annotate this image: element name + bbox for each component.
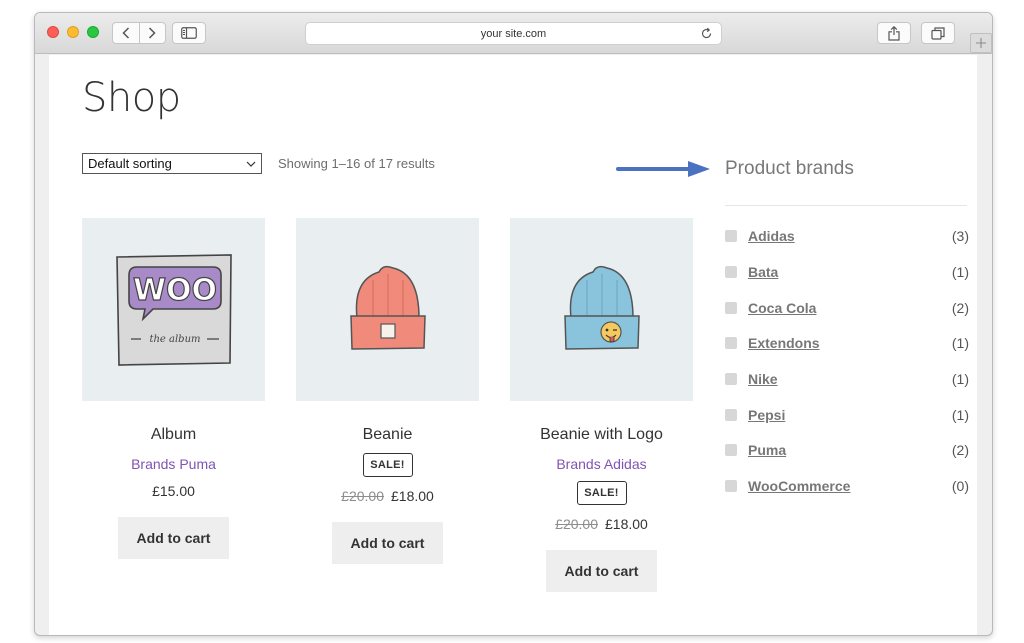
brand-filter-item[interactable]: Coca Cola (2): [725, 299, 969, 319]
add-to-cart-button[interactable]: Add to cart: [118, 517, 229, 559]
brand-checkbox[interactable]: [725, 480, 737, 492]
brand-count: (1): [951, 264, 969, 280]
new-tab-button[interactable]: [970, 33, 992, 53]
brand-checkbox[interactable]: [725, 373, 737, 385]
product-brand-link[interactable]: Brands Adidas: [510, 456, 693, 472]
brand-checkbox[interactable]: [725, 409, 737, 421]
brand-filter-item[interactable]: Extendons (1): [725, 334, 969, 354]
share-icon: [888, 25, 900, 41]
address-bar[interactable]: your site.com: [305, 22, 722, 45]
brand-link[interactable]: Coca Cola: [748, 300, 816, 316]
sale-badge: SALE!: [576, 481, 627, 505]
annotation-arrow-icon: [616, 161, 710, 177]
brand-filter-item[interactable]: Bata (1): [725, 263, 969, 283]
sidebar-toggle-button[interactable]: [172, 22, 206, 44]
product-title[interactable]: Beanie: [296, 426, 479, 444]
product-card-beanie-with-logo: Beanie with Logo Brands Adidas SALE! £20…: [510, 218, 693, 592]
brand-count: (1): [951, 335, 969, 351]
product-brands-title: Product brands: [725, 158, 854, 179]
price-current: £18.00: [605, 516, 648, 532]
brand-link[interactable]: Extendons: [748, 335, 820, 351]
brand-filter-item[interactable]: Puma (2): [725, 441, 969, 461]
close-window-button[interactable]: [47, 26, 59, 38]
chevron-down-icon: [246, 161, 256, 167]
add-to-cart-button[interactable]: Add to cart: [332, 522, 443, 564]
sale-badge: SALE!: [362, 453, 413, 477]
album-logo-text: WOO: [132, 273, 216, 308]
brand-filter-item[interactable]: WooCommerce (0): [725, 477, 969, 497]
beanie-with-logo-icon: [563, 265, 640, 350]
brand-count: (1): [951, 407, 969, 423]
sorting-selected-value: Default sorting: [88, 156, 172, 171]
product-price: £20.00 £18.00: [510, 516, 693, 532]
brand-filter-item[interactable]: Pepsi (1): [725, 406, 969, 426]
brand-filter-item[interactable]: Nike (1): [725, 370, 969, 390]
navigation-buttons: [112, 22, 166, 44]
product-price: £15.00: [82, 483, 265, 499]
browser-window: your site.com Shop Default sorting Showi…: [34, 12, 993, 636]
brand-count: (1): [951, 371, 969, 387]
brand-filter-item[interactable]: Adidas (3): [725, 227, 969, 247]
result-count: Showing 1–16 of 17 results: [278, 156, 435, 171]
album-caption-text: the album: [149, 334, 200, 345]
brand-checkbox[interactable]: [725, 266, 737, 278]
price-original: £20.00: [341, 488, 384, 504]
zoom-window-button[interactable]: [87, 26, 99, 38]
brand-link[interactable]: Bata: [748, 264, 778, 280]
shop-page: Shop Default sorting Showing 1–16 of 17 …: [49, 55, 977, 635]
share-button[interactable]: [877, 22, 911, 44]
brand-checkbox[interactable]: [725, 230, 737, 242]
plus-icon: [976, 38, 986, 48]
product-title[interactable]: Beanie with Logo: [510, 426, 693, 444]
url-text: your site.com: [480, 27, 547, 40]
reload-icon[interactable]: [700, 27, 713, 40]
chevron-left-icon: [122, 27, 130, 39]
tabs-icon: [931, 26, 945, 40]
brand-link[interactable]: Pepsi: [748, 407, 785, 423]
show-tabs-button[interactable]: [921, 22, 955, 44]
sidebar-divider: [725, 205, 967, 206]
sorting-select[interactable]: Default sorting: [82, 153, 262, 174]
brand-count: (2): [951, 442, 969, 458]
product-image[interactable]: [510, 218, 693, 401]
price-current: £18.00: [391, 488, 434, 504]
product-image[interactable]: [296, 218, 479, 401]
brand-link[interactable]: Nike: [748, 371, 778, 387]
back-button[interactable]: [113, 23, 139, 43]
brand-checkbox[interactable]: [725, 337, 737, 349]
product-card-album: WOO the album Album Brands Puma £15.00 A…: [82, 218, 265, 559]
album-cover-icon: WOO the album: [115, 253, 232, 366]
product-card-beanie: Beanie SALE! £20.00 £18.00 Add to cart: [296, 218, 479, 564]
price-current: £15.00: [152, 483, 195, 499]
chevron-right-icon: [149, 27, 157, 39]
product-title[interactable]: Album: [82, 426, 265, 444]
price-original: £20.00: [555, 516, 598, 532]
brand-count: (2): [951, 300, 969, 316]
product-image[interactable]: WOO the album: [82, 218, 265, 401]
product-price: £20.00 £18.00: [296, 488, 479, 504]
brand-count: (0): [951, 478, 969, 494]
sidebar-icon: [181, 27, 197, 39]
brand-link[interactable]: WooCommerce: [748, 478, 850, 494]
brand-checkbox[interactable]: [725, 302, 737, 314]
brand-count: (3): [951, 228, 969, 244]
page-title: Shop: [82, 75, 181, 121]
brand-checkbox[interactable]: [725, 444, 737, 456]
add-to-cart-button[interactable]: Add to cart: [546, 550, 657, 592]
brand-link[interactable]: Puma: [748, 442, 786, 458]
minimize-window-button[interactable]: [67, 26, 79, 38]
brand-link[interactable]: Adidas: [748, 228, 795, 244]
beanie-icon: [349, 265, 426, 350]
forward-button[interactable]: [138, 23, 165, 43]
product-brand-link[interactable]: Brands Puma: [82, 456, 265, 472]
browser-titlebar: your site.com: [35, 13, 992, 54]
